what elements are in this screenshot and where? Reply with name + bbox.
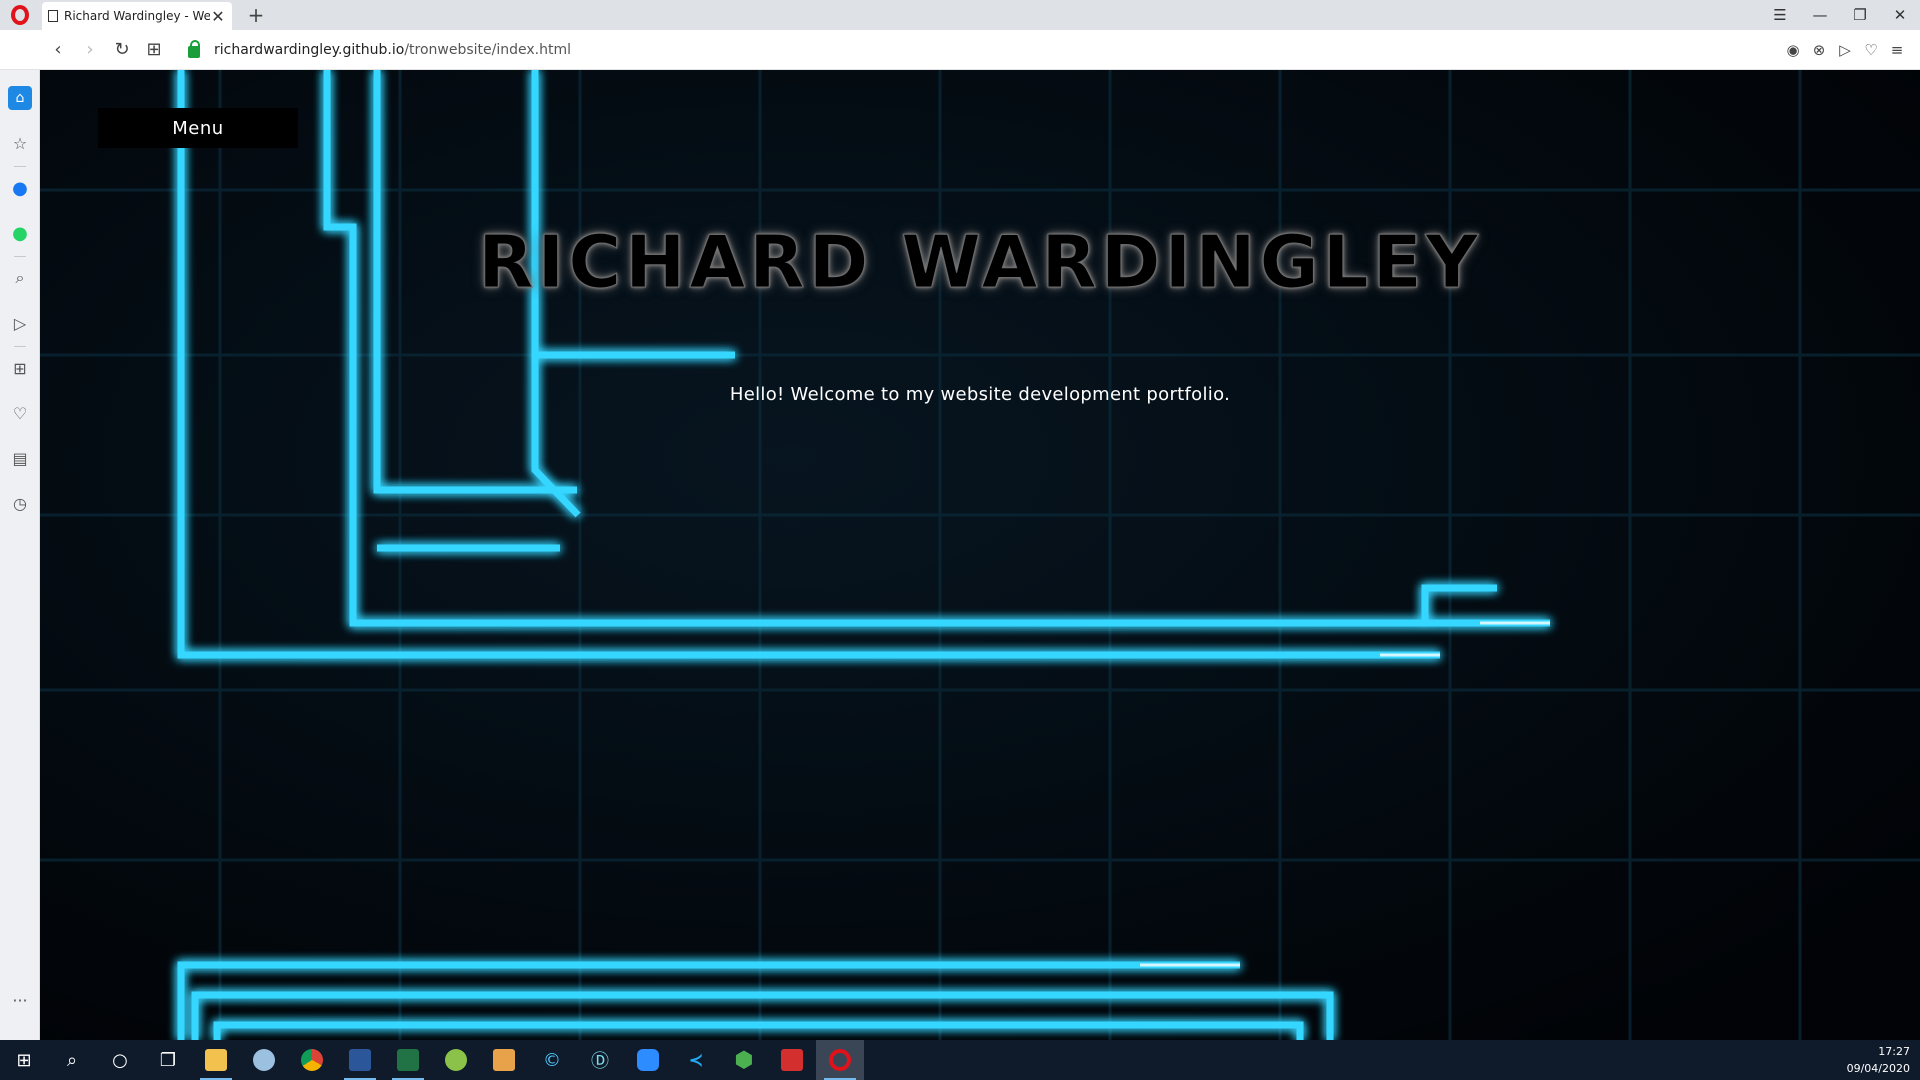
start-button[interactable]: ⊞ [0, 1040, 48, 1080]
address-bar: ‹ › ↻ ⊞ richardwardingley.github.io/tron… [0, 30, 1920, 70]
sidebar-personal-news[interactable]: ♡ [0, 398, 40, 428]
url-host: richardwardingley.github.io [214, 41, 405, 58]
bookmark-heart-icon[interactable]: ♡ [1858, 41, 1884, 59]
search-icon: ⌕ [66, 1049, 78, 1071]
taskbar-app-hex[interactable]: ⬢ [720, 1040, 768, 1080]
sidebar-speed-dial[interactable]: ⊞ [0, 353, 40, 383]
taskbar-file-explorer[interactable] [192, 1040, 240, 1080]
task-view-button[interactable]: ❐ [144, 1040, 192, 1080]
cortana-icon: ○ [112, 1049, 128, 1071]
web-page: Menu RICHARD WARDINGLEY Hello! Welcome t… [40, 70, 1920, 1040]
search-icon: ⌕ [15, 268, 25, 287]
sidebar-divider [14, 346, 26, 347]
word-icon [349, 1049, 371, 1071]
taskbar-acrobat[interactable] [768, 1040, 816, 1080]
easy-setup-icon[interactable]: ≡ [1884, 41, 1910, 59]
window-controls: ☰ — ❐ ✕ [1760, 0, 1920, 30]
whatsapp-icon: ● [12, 222, 28, 244]
sidebar-news[interactable]: ▤ [0, 443, 40, 473]
sidebar-divider [14, 256, 26, 257]
app-icon [445, 1049, 467, 1071]
app-d-icon: Ⓓ [591, 1051, 609, 1072]
taskbar-vscode[interactable]: ≺ [672, 1040, 720, 1080]
snapshot-icon[interactable]: ◉ [1780, 41, 1806, 59]
sidebar-more[interactable]: ··· [0, 985, 40, 1015]
opera-logo-icon [11, 5, 29, 25]
cortana-button[interactable]: ○ [96, 1040, 144, 1080]
hexagon-icon: ⬢ [734, 1047, 754, 1073]
close-tab-icon[interactable]: ✕ [210, 7, 226, 26]
tron-grid-background [40, 70, 1920, 1040]
welcome-message: Hello! Welcome to my website development… [729, 384, 1231, 405]
taskbar-chrome[interactable] [288, 1040, 336, 1080]
browser-tab[interactable]: Richard Wardingley - Webs ✕ [42, 2, 232, 30]
page-icon [48, 10, 58, 22]
sidebar-bookmarks[interactable]: ☆ [0, 128, 40, 158]
back-icon[interactable]: ‹ [42, 34, 74, 66]
taskbar-media[interactable] [480, 1040, 528, 1080]
clock-time: 17:27 [1878, 1045, 1910, 1058]
sidebar-whatsapp[interactable]: ● [0, 218, 40, 248]
pdf-icon [781, 1049, 803, 1071]
new-tab-button[interactable]: + [244, 2, 268, 28]
restore-icon[interactable]: ❐ [1840, 6, 1880, 24]
vscode-icon: ≺ [688, 1049, 704, 1071]
tab-title: Richard Wardingley - Webs [64, 9, 210, 23]
chrome-icon [301, 1049, 323, 1071]
adblock-icon[interactable]: ⊗ [1806, 41, 1832, 59]
taskbar-word[interactable] [336, 1040, 384, 1080]
taskbar-app-c[interactable]: © [528, 1040, 576, 1080]
sidebar-history[interactable]: ◷ [0, 488, 40, 518]
zoom-icon [637, 1049, 659, 1071]
sidebar-divider [14, 166, 26, 167]
send-icon[interactable]: ▷ [1832, 41, 1858, 59]
taskbar-zoom[interactable] [624, 1040, 672, 1080]
task-view-icon: ❐ [159, 1049, 177, 1071]
heart-icon: ♡ [12, 403, 28, 423]
menu-button[interactable]: Menu [98, 108, 298, 148]
app-c-icon: © [543, 1049, 561, 1071]
windows-icon: ⊞ [16, 1049, 32, 1071]
home-icon: ⌂ [8, 86, 32, 110]
opera-menu-button[interactable] [0, 0, 40, 30]
address-bar-actions: ◉ ⊗ ▷ ♡ ≡ [1780, 30, 1910, 70]
sidebar-messenger[interactable]: ● [0, 173, 40, 203]
paint-icon [253, 1049, 275, 1071]
minimize-icon[interactable]: — [1800, 6, 1840, 24]
bookmark-icon: ☆ [12, 133, 28, 153]
media-icon [493, 1049, 515, 1071]
taskbar-clock[interactable]: 17:27 09/04/2020 [1847, 1040, 1910, 1080]
grid-icon: ⊞ [13, 358, 27, 378]
taskbar-excel[interactable] [384, 1040, 432, 1080]
clock-icon: ◷ [13, 493, 27, 513]
taskbar-opera[interactable] [816, 1040, 864, 1080]
send-icon: ▷ [13, 313, 27, 333]
browser-tab-strip: Richard Wardingley - Webs ✕ + ☰ — ❐ ✕ [0, 0, 1920, 30]
close-window-icon[interactable]: ✕ [1880, 6, 1920, 24]
more-icon: ··· [12, 990, 28, 1010]
forward-icon[interactable]: › [74, 34, 106, 66]
sidebar-home[interactable]: ⌂ [0, 83, 40, 113]
taskbar-app-green[interactable] [432, 1040, 480, 1080]
site-title: RICHARD WARDINGLEY [478, 220, 1482, 305]
url-path: /tronwebsite/index.html [404, 41, 571, 58]
news-icon: ▤ [12, 448, 28, 468]
url-field[interactable]: richardwardingley.github.io/tronwebsite/… [214, 42, 571, 58]
tab-menu-icon[interactable]: ☰ [1760, 6, 1800, 24]
reload-icon[interactable]: ↻ [106, 34, 138, 66]
lock-icon[interactable] [188, 39, 200, 58]
messenger-icon: ● [12, 177, 28, 199]
taskbar-app-d[interactable]: Ⓓ [576, 1040, 624, 1080]
taskbar-search[interactable]: ⌕ [48, 1040, 96, 1080]
taskbar-paint[interactable] [240, 1040, 288, 1080]
opera-icon [829, 1049, 851, 1071]
opera-sidebar: ⌂ ☆ ● ● ⌕ ▷ ⊞ ♡ ▤ ◷ ··· [0, 70, 40, 1040]
sidebar-flow[interactable]: ▷ [0, 308, 40, 338]
folder-icon [205, 1049, 227, 1071]
speed-dial-icon[interactable]: ⊞ [138, 34, 170, 66]
windows-taskbar: ⊞ ⌕ ○ ❐ © Ⓓ ≺ ⬢ [0, 1040, 1920, 1080]
excel-icon [397, 1049, 419, 1071]
sidebar-search[interactable]: ⌕ [0, 263, 40, 293]
clock-date: 09/04/2020 [1846, 1062, 1910, 1075]
